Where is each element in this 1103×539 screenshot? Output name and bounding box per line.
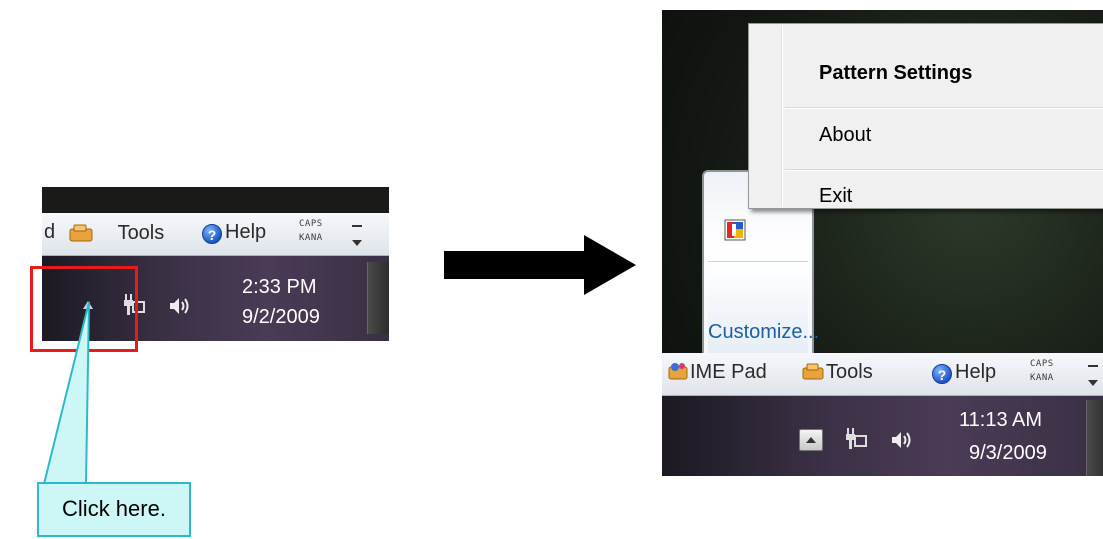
volume-icon[interactable] [168, 296, 192, 316]
caps-kana-indicator: CAPS KANA [299, 217, 323, 245]
language-bar: IME Pad Tools ? Help CAPS KANA [662, 353, 1103, 396]
clock-time[interactable]: 11:13 AM [959, 409, 1042, 432]
help-label: Help [225, 221, 267, 243]
tools-icon [69, 224, 93, 242]
tools-label: Tools [826, 361, 873, 383]
langbar-minimize-button[interactable] [1088, 365, 1098, 367]
help-icon: ? [932, 364, 952, 384]
customize-strip: Customize... [708, 261, 819, 354]
show-hidden-icons-button[interactable] [799, 429, 823, 451]
volume-icon[interactable] [890, 430, 914, 450]
ime-pad-label: IME Pad [690, 361, 767, 383]
pattern-app-icon[interactable] [724, 219, 746, 241]
caps-label: CAPS [1030, 359, 1054, 369]
callout-box: Click here. [37, 482, 191, 537]
menu-icon-gutter [781, 26, 783, 206]
network-icon[interactable] [844, 426, 868, 452]
context-menu: Pattern Settings About Exit [748, 23, 1103, 209]
clock-date[interactable]: 9/2/2009 [242, 306, 320, 329]
help-button[interactable]: ? Help [932, 361, 996, 384]
clock-date[interactable]: 9/3/2009 [969, 442, 1047, 465]
right-taskbar-screenshot: Customize... Pattern Settings About Exit… [662, 10, 1103, 476]
ime-label-fragment[interactable]: d [44, 221, 55, 244]
help-button[interactable]: ? Help [202, 221, 266, 244]
help-icon: ? [202, 224, 222, 244]
kana-label: KANA [299, 233, 323, 243]
menu-item-pattern-settings[interactable]: Pattern Settings [785, 44, 1103, 102]
notification-area: 11:13 AM 9/3/2009 [662, 396, 1103, 476]
menu-item-about[interactable]: About [785, 106, 1103, 164]
taskbar-edge [1086, 400, 1103, 476]
taskbar-edge [367, 262, 389, 334]
caps-label: CAPS [299, 219, 323, 229]
callout-text: Click here. [62, 496, 166, 521]
kana-label: KANA [1030, 373, 1054, 383]
callout-pointer [42, 301, 90, 485]
language-bar: d Tools ? Help CAPS KANA [42, 213, 389, 256]
menu-item-exit[interactable]: Exit [785, 167, 1103, 225]
tools-label: Tools [117, 222, 165, 244]
tools-icon [802, 363, 824, 380]
ime-pad-button[interactable]: IME Pad [668, 361, 767, 384]
clock-time[interactable]: 2:33 PM [242, 276, 316, 299]
langbar-options-arrow[interactable] [352, 240, 362, 246]
tools-button[interactable]: Tools [68, 221, 164, 245]
tools-button[interactable]: Tools [802, 361, 873, 384]
help-label: Help [955, 361, 997, 383]
customize-link[interactable]: Customize... [708, 321, 819, 344]
langbar-options-arrow[interactable] [1088, 380, 1098, 386]
langbar-minimize-button[interactable] [352, 225, 362, 227]
transition-arrow [444, 235, 636, 295]
ime-pad-icon [668, 363, 688, 380]
caps-kana-indicator: CAPS KANA [1030, 357, 1054, 385]
